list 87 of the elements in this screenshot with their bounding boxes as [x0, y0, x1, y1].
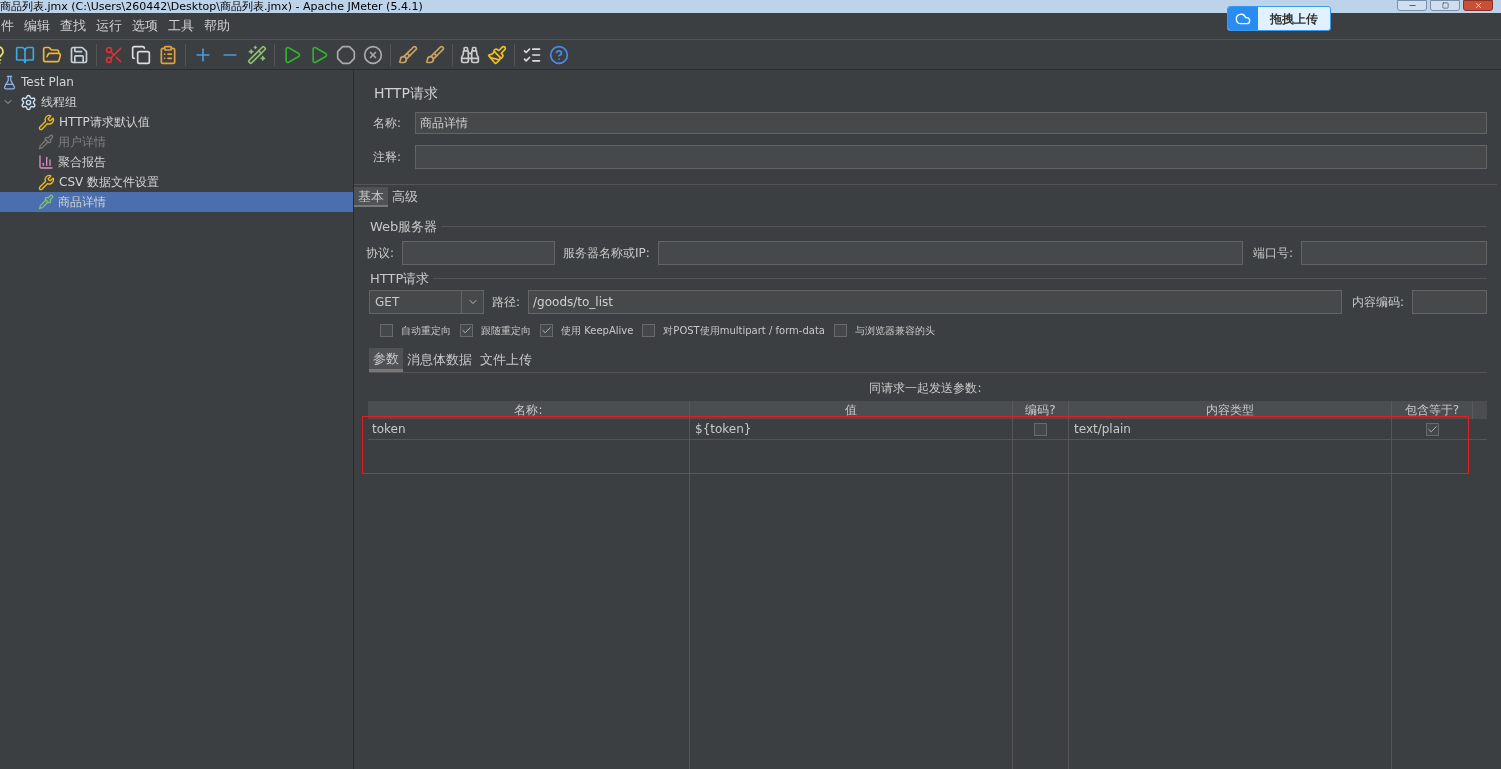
checkbox[interactable]: [642, 324, 656, 337]
path-field[interactable]: /goods/to_list: [528, 290, 1342, 314]
tab[interactable]: 基本: [354, 187, 388, 207]
tree-item[interactable]: 商品详情: [0, 192, 353, 212]
stop-icon[interactable]: [336, 44, 356, 65]
tab[interactable]: 消息体数据: [403, 348, 476, 372]
copy-icon[interactable]: [131, 44, 151, 65]
maximize-icon[interactable]: [1441, 2, 1449, 9]
play-icon[interactable]: [309, 44, 329, 65]
menu-item[interactable]: 查找: [60, 16, 86, 36]
menu-item[interactable]: 运行: [96, 16, 122, 36]
checkbox[interactable]: [833, 324, 847, 337]
save-icon[interactable]: [69, 44, 89, 65]
method-dropdown[interactable]: GET: [369, 290, 484, 314]
scissors-icon[interactable]: [104, 44, 124, 65]
server-field[interactable]: [657, 240, 1243, 265]
table-cell: token: [368, 419, 690, 439]
flask-icon: [2, 74, 17, 90]
protocol-field[interactable]: [402, 240, 556, 265]
chart-icon: [38, 154, 54, 170]
table-caption: 同请求一起发送参数:: [868, 380, 983, 397]
panel-title: HTTP请求: [374, 84, 439, 103]
upload-badge[interactable]: 拖拽上传: [1227, 6, 1331, 31]
encoding-field[interactable]: [1412, 290, 1487, 314]
wand-icon[interactable]: [247, 44, 267, 65]
port-field[interactable]: [1301, 240, 1487, 265]
close-circle-icon[interactable]: [363, 44, 383, 65]
broom-icon[interactable]: [487, 44, 507, 65]
help-icon[interactable]: [549, 44, 569, 65]
menu-item[interactable]: 件: [1, 16, 14, 36]
field-label: 协议:: [366, 244, 395, 262]
column-header[interactable]: 编码?: [1013, 401, 1069, 419]
field-label: 注释:: [373, 149, 402, 166]
brush-icon[interactable]: [425, 44, 445, 65]
tree-item[interactable]: HTTP请求默认值: [0, 112, 353, 132]
close-button[interactable]: [1463, 0, 1493, 11]
field-label: 端口号:: [1252, 244, 1293, 262]
table-cell: ${token}: [690, 419, 1013, 439]
checkbox[interactable]: [1034, 422, 1047, 436]
comment-field[interactable]: [415, 145, 1487, 169]
brush-icon[interactable]: [398, 44, 418, 65]
binoculars-icon[interactable]: [460, 44, 480, 65]
folder-icon[interactable]: [42, 44, 62, 65]
menu-item[interactable]: 编辑: [24, 16, 50, 36]
pipette-icon: [38, 134, 54, 150]
checkbox-label: 使用 KeepAlive: [561, 324, 634, 338]
checkbox-label: 对POST使用multipart / form-data: [663, 324, 825, 338]
tree-item[interactable]: CSV 数据文件设置: [0, 172, 353, 192]
tree-item[interactable]: Test Plan: [0, 72, 353, 92]
column-header[interactable]: 包含等于?: [1392, 401, 1473, 419]
checkbox-label: 跟随重定向: [481, 324, 531, 338]
tab[interactable]: 高级: [388, 187, 422, 207]
tab[interactable]: 文件上传: [476, 348, 536, 372]
menu-item[interactable]: 帮助: [204, 16, 230, 36]
column-header[interactable]: 名称:: [368, 401, 690, 419]
maximize-button[interactable]: [1430, 0, 1460, 11]
pipette-icon: [38, 194, 54, 210]
tree-item[interactable]: 线程组: [0, 92, 353, 112]
menu-item[interactable]: 选项: [132, 16, 158, 36]
column-header[interactable]: 内容类型: [1069, 401, 1392, 419]
checkbox[interactable]: [1426, 422, 1439, 436]
minimize-button[interactable]: [1397, 0, 1427, 11]
close-icon[interactable]: [1473, 1, 1483, 10]
table-cell: text/plain: [1069, 419, 1392, 439]
clipboard-icon[interactable]: [158, 44, 178, 65]
tab[interactable]: 参数: [369, 348, 403, 372]
checkbox-label: 与浏览器兼容的头: [854, 324, 935, 338]
checkbox[interactable]: [380, 324, 393, 337]
group-legend: HTTP请求: [370, 268, 430, 288]
checkbox[interactable]: [460, 324, 473, 337]
field-label: 服务器名称或IP:: [563, 244, 650, 262]
gear-icon: [20, 93, 37, 111]
menu-item[interactable]: 工具: [168, 16, 194, 36]
book-icon[interactable]: [15, 44, 35, 65]
wrench-icon: [38, 113, 55, 131]
field-label: 路径:: [492, 294, 521, 311]
tree-item[interactable]: 聚合报告: [0, 152, 353, 172]
play-icon[interactable]: [282, 44, 302, 65]
wrench-icon: [38, 173, 55, 191]
window-title: 商品列表.jmx (C:\Users\260442\Desktop\商品列表.jmx) - Apache JMeter (5.4.1): [0, 0, 423, 13]
checkbox-label: 自动重定向: [401, 324, 451, 338]
field-label: 内容编码:: [1351, 294, 1404, 311]
group-legend: Web服务器: [370, 217, 438, 237]
column-header[interactable]: 值: [690, 401, 1013, 419]
checkbox[interactable]: [540, 324, 553, 337]
name-field[interactable]: 商品详情: [415, 112, 1487, 134]
field-label: 名称:: [373, 115, 402, 132]
